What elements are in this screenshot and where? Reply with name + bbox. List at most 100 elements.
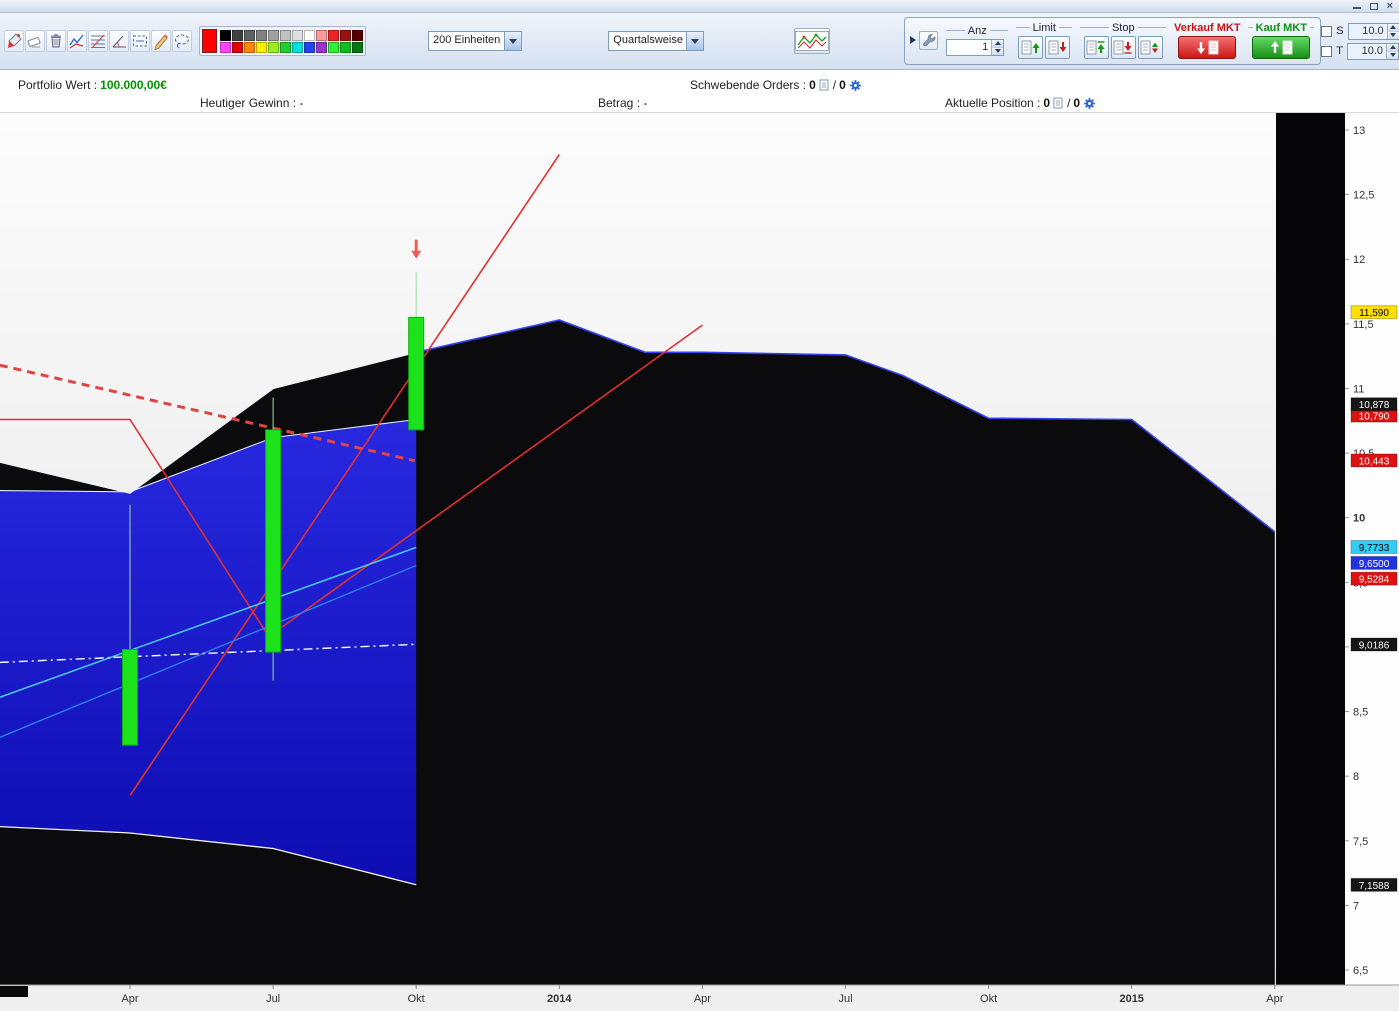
pencil-icon	[152, 32, 170, 50]
color-swatch[interactable]	[268, 30, 279, 41]
quantity-down-icon[interactable]	[992, 48, 1003, 55]
s-value-stepper[interactable]: 10.0	[1348, 23, 1399, 40]
svg-text:9,5284: 9,5284	[1359, 575, 1390, 586]
svg-text:8: 8	[1353, 771, 1359, 783]
color-swatch[interactable]	[256, 30, 267, 41]
price-chart[interactable]: 1312,51211,51110,5109,598,587,576,57,158…	[0, 113, 1399, 1011]
color-swatch[interactable]	[340, 30, 351, 41]
pencil-tool-button[interactable]	[151, 30, 171, 52]
svg-text:7,5: 7,5	[1353, 836, 1368, 848]
t-down-icon[interactable]	[1387, 52, 1398, 59]
svg-text:11: 11	[1353, 383, 1364, 395]
color-swatch[interactable]	[232, 42, 243, 53]
sell-market-group: Verkauf MKT	[1174, 22, 1240, 59]
position-list-icon[interactable]	[1053, 97, 1064, 109]
color-swatch[interactable]	[316, 30, 327, 41]
orders-gear-icon[interactable]	[849, 79, 862, 92]
svg-text:2014: 2014	[547, 993, 572, 1005]
s-down-icon[interactable]	[1388, 32, 1399, 39]
color-swatch[interactable]	[280, 42, 291, 53]
current-position-sep: /	[1067, 96, 1070, 110]
svg-text:12: 12	[1353, 254, 1365, 266]
portfolio-label: Portfolio Wert :	[18, 78, 97, 92]
candle-body	[123, 650, 138, 746]
color-swatch[interactable]	[256, 42, 267, 53]
color-swatch[interactable]	[352, 42, 363, 53]
t-checkbox[interactable]	[1321, 46, 1332, 57]
current-position-count: 0	[1043, 96, 1050, 110]
portfolio-value: 100.000,00€	[100, 78, 167, 92]
color-swatch[interactable]	[316, 42, 327, 53]
panel-expand-icon[interactable]	[910, 36, 916, 44]
color-swatch[interactable]	[328, 30, 339, 41]
current-position-count2: 0	[1073, 96, 1080, 110]
quantity-group: Anz 1	[946, 25, 1008, 56]
sell-stop-button[interactable]	[1111, 36, 1136, 59]
color-swatch[interactable]	[328, 42, 339, 53]
chart-pattern-icon	[795, 31, 829, 51]
zigzag-tool-button[interactable]	[67, 30, 87, 52]
fibonacci-tool-button[interactable]	[88, 30, 108, 52]
svg-text:10,878: 10,878	[1359, 400, 1390, 411]
s-label: S	[1336, 25, 1343, 37]
color-swatch[interactable]	[292, 30, 303, 41]
primary-color-swatch[interactable]	[202, 29, 217, 53]
period-dropdown-arrow-icon[interactable]	[686, 32, 703, 50]
color-swatch[interactable]	[244, 30, 255, 41]
t-value-stepper[interactable]: 10.0	[1347, 43, 1399, 60]
color-swatch[interactable]	[220, 42, 231, 53]
orders-list-icon[interactable]	[819, 79, 830, 91]
zoom-rect-tool-button[interactable]	[130, 30, 150, 52]
close-icon[interactable]: ×	[1387, 1, 1393, 11]
svg-text:13: 13	[1353, 125, 1365, 137]
color-swatch[interactable]	[340, 42, 351, 53]
lasso-tool-button[interactable]	[172, 30, 192, 52]
order-settings-button[interactable]	[919, 31, 938, 50]
quantity-up-icon[interactable]	[992, 40, 1003, 48]
quantity-stepper[interactable]: 1	[946, 39, 1004, 56]
color-swatch[interactable]	[304, 42, 315, 53]
buy-market-button[interactable]	[1252, 36, 1310, 59]
color-swatch[interactable]	[292, 42, 303, 53]
angle-tool-button[interactable]	[109, 30, 129, 52]
units-dropdown-value: 200 Einheiten	[429, 32, 504, 50]
svg-text:10,443: 10,443	[1359, 456, 1390, 467]
restore-icon[interactable]	[1370, 3, 1378, 10]
s-up-icon[interactable]	[1388, 24, 1399, 32]
pending-orders-label: Schwebende Orders :	[690, 78, 806, 92]
minimize-icon[interactable]	[1353, 7, 1361, 9]
t-value: 10.0	[1348, 44, 1386, 59]
limit-label: Limit	[1016, 22, 1072, 34]
svg-text:9,7733: 9,7733	[1359, 543, 1390, 554]
buy-limit-button[interactable]	[1018, 36, 1043, 59]
eraser-tool-button[interactable]	[25, 30, 45, 52]
buy-stop-button[interactable]	[1084, 36, 1109, 59]
svg-text:Okt: Okt	[980, 993, 997, 1005]
color-swatch[interactable]	[280, 30, 291, 41]
svg-text:11,590: 11,590	[1359, 308, 1389, 319]
stop-label: Stop	[1080, 22, 1166, 34]
svg-text:7,1588: 7,1588	[1359, 881, 1390, 892]
color-swatch[interactable]	[304, 30, 315, 41]
color-swatch[interactable]	[352, 30, 363, 41]
position-gear-icon[interactable]	[1083, 97, 1096, 110]
period-dropdown[interactable]: Quartalsweise	[608, 31, 704, 51]
kauf-mkt-label: Kauf MKT	[1248, 22, 1314, 34]
sell-market-button[interactable]	[1178, 36, 1236, 59]
candle-body	[409, 317, 424, 429]
trash-tool-button[interactable]	[46, 30, 66, 52]
account-info-bar: Portfolio Wert : 100.000,00€ Schwebende …	[0, 70, 1399, 113]
pattern-detection-button[interactable]	[794, 28, 830, 54]
units-dropdown[interactable]: 200 Einheiten	[428, 31, 522, 51]
color-swatch[interactable]	[220, 30, 231, 41]
stop-limit-button[interactable]	[1138, 36, 1163, 59]
color-swatch[interactable]	[244, 42, 255, 53]
t-up-icon[interactable]	[1387, 44, 1398, 52]
color-swatch[interactable]	[232, 30, 243, 41]
sell-limit-button[interactable]	[1045, 36, 1070, 59]
units-dropdown-arrow-icon[interactable]	[504, 32, 521, 50]
stop-limit-icon	[1140, 39, 1160, 56]
marker-pen-tool-button[interactable]	[4, 30, 24, 52]
color-swatch[interactable]	[268, 42, 279, 53]
s-checkbox[interactable]	[1321, 26, 1332, 37]
